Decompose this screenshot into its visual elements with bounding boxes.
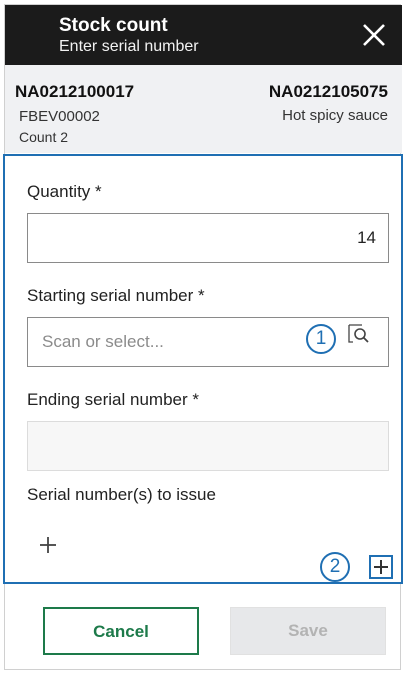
item-code: FBEV00002: [19, 108, 100, 125]
product-description: Hot spicy sauce: [282, 107, 388, 124]
callout-marker-2: 2: [320, 552, 350, 582]
ending-serial-label: Ending serial number *: [27, 390, 199, 409]
lookup-search-icon[interactable]: [348, 324, 370, 346]
starting-serial-label: Starting serial number *: [27, 286, 205, 305]
starting-serial-placeholder: Scan or select...: [42, 332, 164, 351]
panel-subtitle: Enter serial number: [59, 38, 199, 55]
ending-serial-input[interactable]: [27, 421, 389, 471]
stock-count-panel: Stock count Enter serial number NA021210…: [3, 4, 403, 670]
save-button[interactable]: Save: [230, 607, 386, 655]
close-icon[interactable]: [356, 17, 392, 53]
callout-marker-1: 1: [306, 324, 336, 354]
item-id: NA0212100017: [15, 82, 135, 101]
cancel-button[interactable]: Cancel: [43, 607, 199, 655]
quantity-field[interactable]: 14: [27, 213, 389, 263]
item-summary: NA0212100017 NA0212105075 FBEV00002 Hot …: [5, 65, 402, 153]
product-id: NA0212105075: [268, 82, 388, 101]
serial-form: Quantity * 14 Starting serial number * S…: [3, 154, 403, 584]
panel-title: Stock count: [59, 15, 168, 36]
count-label: Count 2: [19, 129, 69, 145]
plus-icon[interactable]: [37, 534, 59, 556]
quantity-value: 14: [357, 228, 376, 247]
issue-serials-label: Serial number(s) to issue: [27, 485, 216, 504]
quantity-label: Quantity *: [27, 182, 102, 201]
panel-header: Stock count Enter serial number: [5, 5, 402, 65]
plus-box-icon[interactable]: [369, 555, 393, 579]
